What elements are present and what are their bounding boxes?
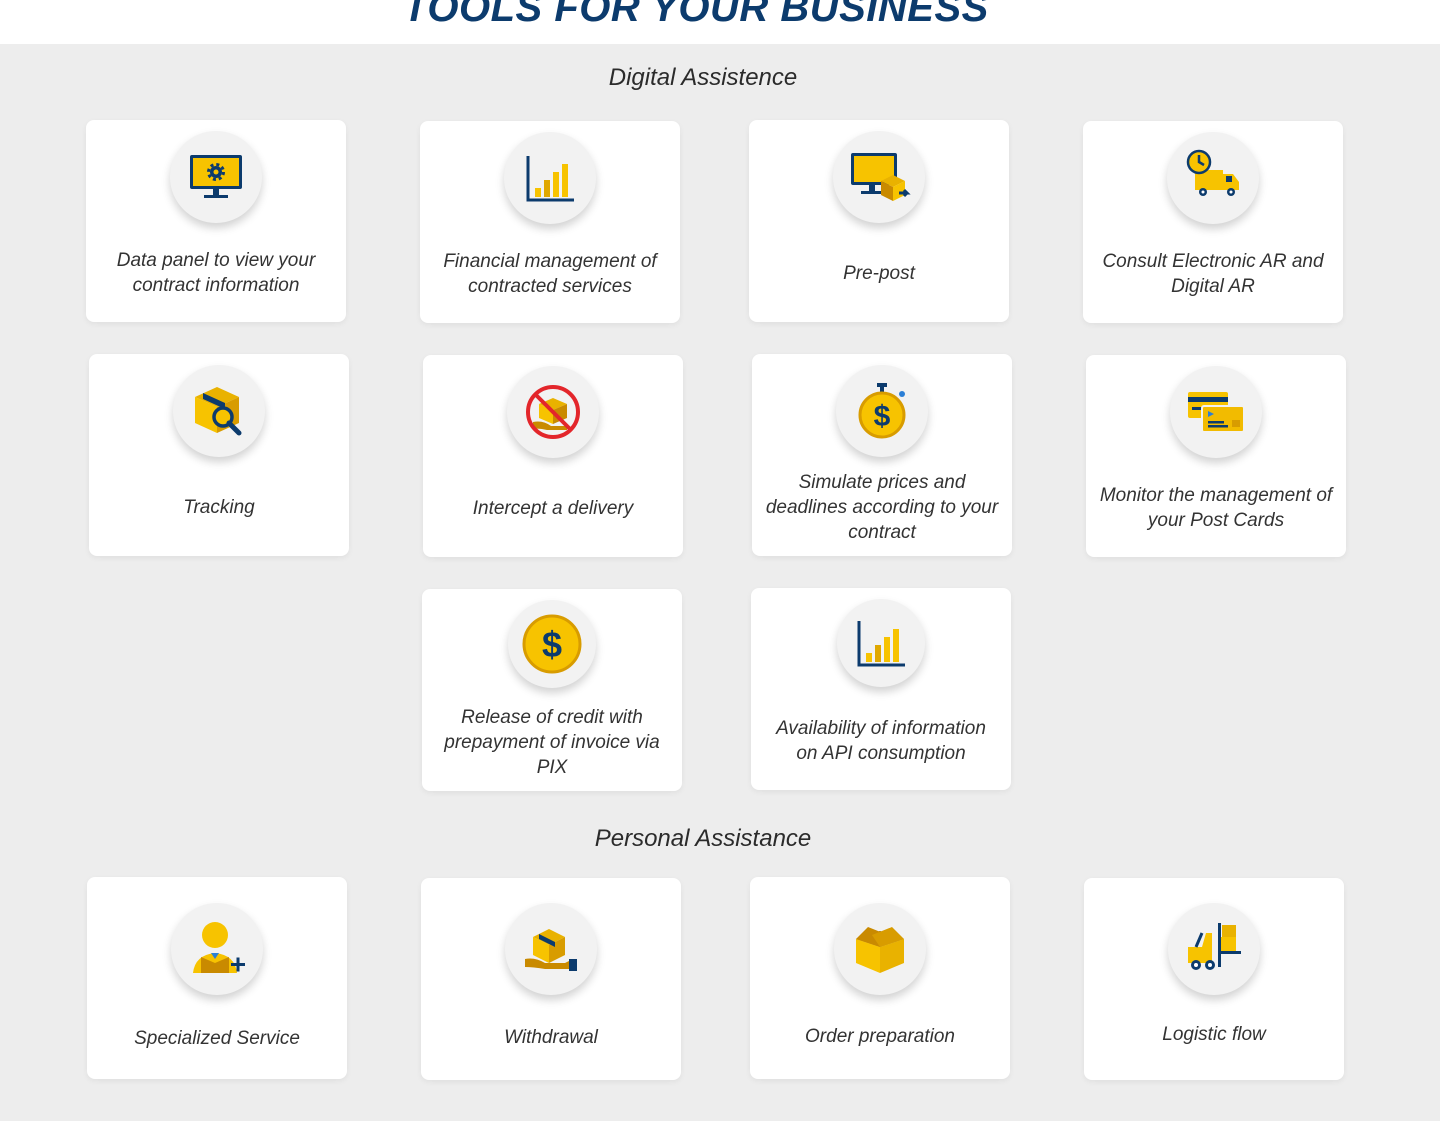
card-pre-post[interactable]: Pre-post [749,120,1009,322]
icon-badge [173,365,265,457]
hand-package-icon [525,929,577,971]
icon-badge [170,131,262,223]
card-tracking[interactable]: Tracking [89,354,349,556]
icon-badge [834,903,926,995]
open-box-icon [856,927,904,973]
card-label: Intercept a delivery [472,497,634,519]
card-withdrawal[interactable]: Withdrawal [421,878,681,1080]
card-intercept-delivery[interactable]: Intercept a delivery [423,355,683,557]
card-specialized-service[interactable]: Specialized Service [87,877,347,1079]
icon-badge: $ [508,600,596,688]
icon-badge [1170,366,1262,458]
card-label: Consult Electronic AR and Digital AR [1102,251,1324,297]
card-simulate-prices[interactable]: $ Simulate prices and deadlines accordin… [752,354,1012,556]
icon-badge [171,903,263,995]
card-label: Tracking [183,496,255,518]
card-logistic-flow[interactable]: Logistic flow [1084,878,1344,1080]
card-api-consumption[interactable]: Availability of information on API consu… [751,588,1011,790]
card-label: Order preparation [805,1025,955,1047]
icon-badge [505,903,597,995]
card-order-preparation[interactable]: Order preparation [750,877,1010,1079]
section-title-personal: Personal Assistance [594,825,812,852]
icon-badge [1167,132,1259,224]
card-data-panel[interactable]: Data panel to view your contract informa… [86,120,346,322]
monitor-gear-icon [190,155,242,198]
icon-badge [1168,903,1260,995]
icon-badge [837,599,925,687]
dollar-coin-icon: $ [522,614,582,674]
card-label: Release of credit with prepayment of inv… [444,706,660,778]
icon-badge [833,131,925,223]
card-consult-ar[interactable]: Consult Electronic AR and Digital AR [1083,121,1343,323]
specialist-plus-icon [193,922,245,973]
svg-text:$: $ [542,624,562,665]
icon-badge [504,132,596,224]
card-financial-management[interactable]: Financial management of contracted servi… [420,121,680,323]
icon-badge: $ [836,365,928,457]
svg-text:$: $ [874,400,891,433]
stopwatch-dollar-icon: $ [858,383,906,439]
icon-badge [507,366,599,458]
card-release-credit[interactable]: $ Release of credit with prepayment of i… [422,589,682,791]
section-title-digital: Digital Assistence [608,64,798,91]
bar-chart-icon [857,621,905,667]
card-label: Pre-post [843,262,915,284]
clock-truck-icon [1186,149,1239,196]
card-label: Financial management of contracted servi… [443,251,657,297]
card-label: Withdrawal [504,1027,598,1048]
header-band: TOOLS FOR YOUR BUSINESS [0,0,1440,44]
card-label: Monitor the management of your Post Card… [1099,485,1333,531]
credit-cards-icon [1188,392,1245,433]
forklift-icon [1188,923,1241,970]
box-search-icon [195,387,242,436]
bar-chart-icon [526,156,574,202]
card-label: Specialized Service [134,1027,300,1049]
card-label: Data panel to view your contract informa… [116,250,316,296]
card-label: Logistic flow [1162,1023,1266,1045]
card-label: Simulate prices and deadlines according … [765,471,999,543]
monitor-package-icon [851,153,911,201]
card-label: Availability of information on API consu… [776,718,986,764]
page-title: TOOLS FOR YOUR BUSINESS [403,0,989,30]
blocked-package-icon [526,385,580,439]
card-post-cards[interactable]: Monitor the management of your Post Card… [1086,355,1346,557]
